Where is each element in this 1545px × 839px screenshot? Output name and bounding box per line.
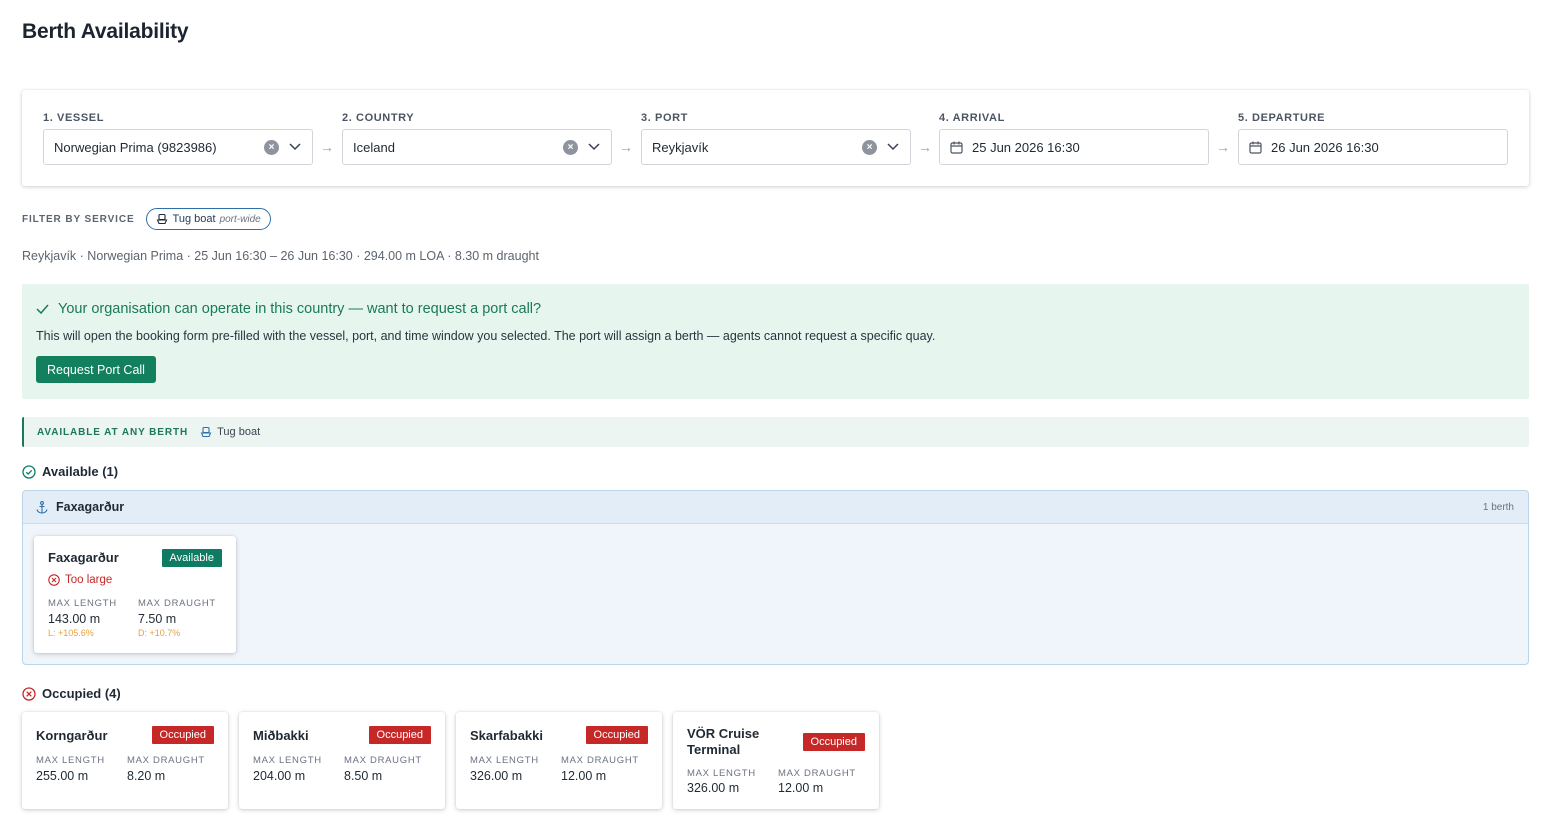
max-length-label: MAX LENGTH [48, 598, 117, 609]
request-port-call-button[interactable]: Request Port Call [36, 356, 156, 383]
chevron-down-icon[interactable] [886, 140, 900, 154]
selection-panel: 1. VESSEL Norwegian Prima (9823986) × → … [22, 90, 1529, 186]
banner-title: Your organisation can operate in this co… [36, 301, 541, 317]
filter-label: FILTER BY SERVICE [22, 213, 135, 225]
port-call-banner: Your organisation can operate in this co… [22, 284, 1529, 399]
x-circle-icon [22, 686, 36, 701]
berth-name: Korngarður [36, 728, 108, 743]
quay-name: Faxagarður [56, 500, 125, 514]
max-length-value: 143.00 m [48, 612, 101, 626]
arrival-value: 25 Jun 2026 16:30 [972, 139, 1080, 155]
service-filter: FILTER BY SERVICE Tug boat port-wide [22, 208, 271, 230]
size-warning-text: Too large [65, 574, 113, 586]
quay-header[interactable]: Faxagarður 1 berth [23, 491, 1528, 524]
any-berth-services: AVAILABLE AT ANY BERTH Tug boat [22, 417, 1529, 447]
boat-icon [156, 213, 168, 225]
max-draught-label: MAX DRAUGHT [778, 768, 856, 779]
chip-label: Tug boat [172, 213, 216, 225]
vessel-select[interactable]: Norwegian Prima (9823986) × [43, 129, 313, 165]
search-summary: Reykjavík · Norwegian Prima · 25 Jun 16:… [22, 249, 539, 263]
berth-card-vor-cruise-terminal[interactable]: VÖR Cruise Terminal Occupied MAX LENGTH … [673, 712, 879, 809]
available-heading: Available (1) [22, 464, 118, 479]
max-length-label: MAX LENGTH [253, 755, 322, 766]
departure-label: 5. DEPARTURE [1238, 112, 1326, 124]
quay-group: Faxagarður 1 berth [22, 490, 1529, 665]
country-value: Iceland [353, 139, 395, 155]
country-label: 2. COUNTRY [342, 112, 415, 124]
service-chip-tug-boat[interactable]: Tug boat port-wide [145, 208, 271, 230]
max-length-value: 255.00 m [36, 769, 89, 783]
max-draught-label: MAX DRAUGHT [127, 755, 205, 766]
arrival-label: 4. ARRIVAL [939, 112, 1005, 124]
max-draught-label: MAX DRAUGHT [344, 755, 422, 766]
check-icon [36, 302, 50, 316]
max-length-value: 326.00 m [687, 781, 740, 795]
arrow-right-icon: → [1216, 139, 1230, 155]
page-title: Berth Availability [22, 20, 189, 43]
port-label: 3. PORT [641, 112, 688, 124]
country-select[interactable]: Iceland × [342, 129, 612, 165]
calendar-icon [950, 140, 964, 154]
arrow-right-icon: → [320, 139, 334, 155]
boat-icon [200, 426, 212, 438]
berth-name: VÖR Cruise Terminal [687, 726, 760, 757]
max-length-value: 204.00 m [253, 769, 306, 783]
clear-icon[interactable]: × [862, 139, 877, 155]
port-select[interactable]: Reykjavík × [641, 129, 911, 165]
vessel-value: Norwegian Prima (9823986) [54, 139, 217, 155]
chevron-down-icon[interactable] [288, 140, 302, 154]
calendar-icon [1249, 140, 1263, 154]
draught-delta: D: +10.7% [138, 628, 181, 638]
berth-card-faxagardur[interactable]: Faxagarður Available Too large MAX LENGT… [34, 536, 236, 653]
berth-name: Miðbakki [253, 728, 309, 743]
x-circle-icon [48, 574, 60, 586]
berth-card-korngardur[interactable]: Korngarður Occupied MAX LENGTH 255.00 m … [22, 712, 228, 809]
arrow-right-icon: → [619, 139, 633, 155]
anchor-icon [36, 500, 49, 514]
size-warning: Too large [48, 574, 112, 586]
max-draught-value: 8.50 m [344, 769, 383, 783]
status-badge: Occupied [368, 726, 431, 744]
max-draught-value: 8.20 m [127, 769, 166, 783]
clear-icon[interactable]: × [563, 139, 578, 155]
max-draught-label: MAX DRAUGHT [561, 755, 639, 766]
clear-icon[interactable]: × [264, 139, 279, 155]
max-draught-value: 12.00 m [561, 769, 607, 783]
berth-name: Skarfabakki [470, 728, 543, 743]
max-length-label: MAX LENGTH [687, 768, 756, 779]
occupied-heading-text: Occupied (4) [42, 686, 121, 701]
vessel-label: 1. VESSEL [43, 112, 105, 124]
status-badge: Occupied [802, 733, 865, 751]
chip-scope: port-wide [219, 213, 261, 225]
berth-card-midbakki[interactable]: Miðbakki Occupied MAX LENGTH 204.00 m MA… [239, 712, 445, 809]
port-value: Reykjavík [652, 139, 709, 155]
departure-datetime-input[interactable]: 26 Jun 2026 16:30 [1238, 129, 1508, 165]
max-draught-value: 7.50 m [138, 612, 177, 626]
chevron-down-icon[interactable] [587, 140, 601, 154]
status-badge: Occupied [585, 726, 648, 744]
max-length-value: 326.00 m [470, 769, 523, 783]
departure-value: 26 Jun 2026 16:30 [1271, 139, 1379, 155]
max-draught-label: MAX DRAUGHT [138, 598, 216, 609]
check-circle-icon [22, 464, 36, 479]
max-length-label: MAX LENGTH [470, 755, 539, 766]
status-badge: Available [161, 549, 222, 567]
quay-berth-count: 1 berth [1482, 501, 1514, 513]
available-heading-text: Available (1) [42, 464, 119, 479]
banner-description: This will open the booking form pre-fill… [36, 329, 936, 343]
berth-name: Faxagarður [48, 550, 119, 565]
any-berth-label: AVAILABLE AT ANY BERTH [37, 426, 189, 438]
max-draught-value: 12.00 m [778, 781, 824, 795]
occupied-heading: Occupied (4) [22, 686, 121, 701]
status-badge: Occupied [151, 726, 214, 744]
any-berth-service-label: Tug boat [217, 426, 261, 438]
length-delta: L: +105.6% [48, 628, 94, 638]
arrival-datetime-input[interactable]: 25 Jun 2026 16:30 [939, 129, 1209, 165]
max-length-label: MAX LENGTH [36, 755, 105, 766]
any-berth-service: Tug boat [200, 426, 260, 438]
arrow-right-icon: → [918, 139, 932, 155]
banner-title-text: Your organisation can operate in this co… [58, 301, 542, 317]
berth-card-skarfabakki[interactable]: Skarfabakki Occupied MAX LENGTH 326.00 m… [456, 712, 662, 809]
